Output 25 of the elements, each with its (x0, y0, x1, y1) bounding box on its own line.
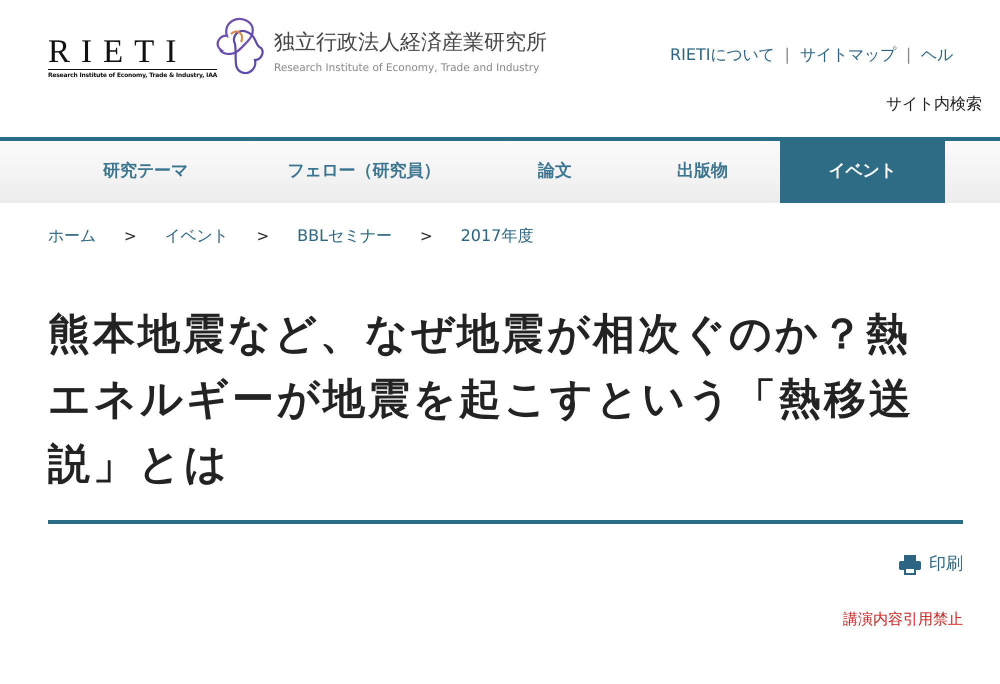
organization-subtitle: Research Institute of Economy, Trade and Industry (274, 61, 540, 76)
nav-tab[interactable]: イベント (780, 141, 945, 203)
print-icon (899, 554, 921, 575)
print-link[interactable]: 印刷 (899, 552, 963, 578)
link-separator: | (906, 45, 912, 64)
citation-notice: 講演内容引用禁止 (843, 608, 963, 630)
nav-tab[interactable]: 論文 (485, 141, 625, 203)
link-separator: | (784, 45, 790, 64)
breadcrumb-link[interactable]: ホーム (48, 224, 96, 248)
site-search-label: サイト内検索 (886, 93, 982, 115)
nav-tab[interactable]: 研究テーマ (48, 141, 243, 203)
breadcrumb-separator: > (256, 226, 270, 247)
header-link[interactable]: RIETIについて (670, 45, 774, 64)
breadcrumb-link[interactable]: BBLセミナー (297, 224, 392, 248)
header-link[interactable]: サイトマップ (800, 45, 896, 64)
page-title: 熊本地震など、なぜ地震が相次ぐのか？熱エネルギーが地震を起こすという「熱移送説」とは (48, 308, 915, 490)
logo-wordmark: RIETI (48, 36, 188, 69)
breadcrumb-separator: > (124, 226, 137, 247)
nav-tab[interactable]: 出版物 (625, 141, 780, 203)
breadcrumb-link[interactable]: イベント (164, 224, 229, 248)
nav-tab[interactable]: フェロー（研究員） (243, 141, 485, 203)
breadcrumb-separator: > (420, 226, 433, 247)
header-link[interactable]: ヘル (921, 45, 954, 64)
organization-name: 独立行政法人経済産業研究所 (274, 32, 547, 53)
breadcrumb-link[interactable]: 2017年度 (460, 224, 534, 248)
